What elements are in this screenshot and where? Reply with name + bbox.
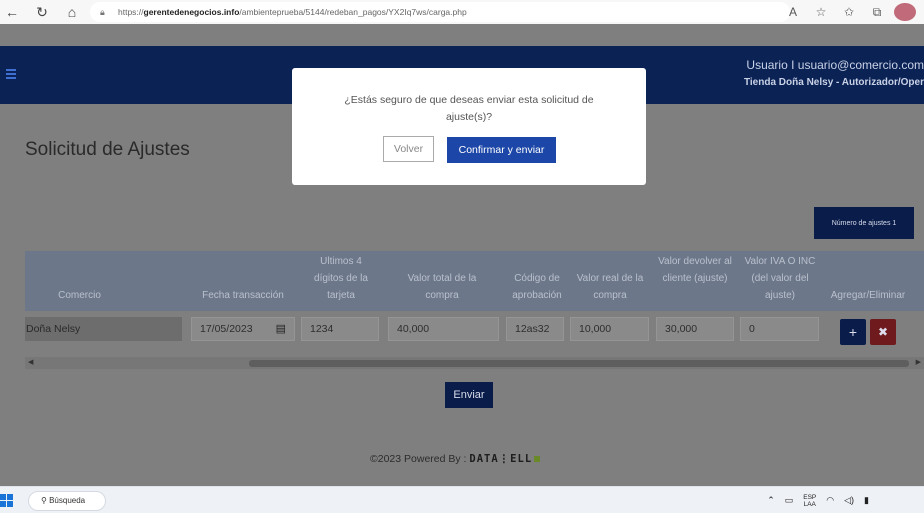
favorite-add-icon[interactable]: ☆ <box>810 5 832 19</box>
th-fecha: Fecha transacción <box>202 290 284 301</box>
valor-iva-field[interactable]: 0 <box>740 317 819 341</box>
th-agregar-eliminar: Agregar/Eliminar <box>830 290 906 301</box>
windows-start-icon[interactable] <box>0 494 14 508</box>
taskbar-search[interactable]: ⚲ Búsqueda <box>28 491 106 511</box>
comercio-field: Doña Nelsy <box>25 317 182 341</box>
scroll-left-icon[interactable]: ◀ <box>28 357 33 369</box>
back-button[interactable]: Volver <box>383 136 434 162</box>
lang-bottom: LAA <box>803 500 816 508</box>
adjustments-table: Comercio Fecha transacción Ultimos 4 díg… <box>25 251 924 347</box>
th-valor-real: Valor real de la compra <box>576 273 644 301</box>
th-valor-devolver: Valor devolver al cliente (ajuste) <box>658 256 732 284</box>
store-info: Tienda Doña Nelsy - Autorizador/Oper <box>743 77 924 88</box>
brand-logo: DATA⋮ELL <box>469 453 533 465</box>
table-header: Comercio Fecha transacción Ultimos 4 díg… <box>25 251 924 311</box>
battery-icon[interactable]: ▮ <box>864 495 869 506</box>
valor-total-field[interactable]: 40,000 <box>388 317 499 341</box>
read-aloud-icon[interactable]: A <box>782 5 804 19</box>
valor-devolver-field[interactable]: 30,000 <box>656 317 734 341</box>
lock-icon: 🔒︎ <box>100 6 105 17</box>
footer: ©2023 Powered By : DATA⋮ELL <box>370 453 541 465</box>
search-label: Búsqueda <box>49 496 86 505</box>
calendar-icon[interactable]: ▤ <box>276 318 286 340</box>
browser-toolbar: ← ↻ ⌂ 🔒︎ https:// gerentedenegocios.info… <box>0 0 924 24</box>
volume-icon[interactable]: ◁) <box>844 495 854 506</box>
confirm-send-button[interactable]: Confirmar y enviar <box>447 137 556 163</box>
confirm-message: ¿Estás seguro de que deseas enviar esta … <box>344 94 594 123</box>
fecha-value: 17/05/2023 <box>200 323 253 335</box>
profile-avatar[interactable] <box>894 3 916 21</box>
th-digitos: Ultimos 4 dígitos de la tarjeta <box>314 256 368 301</box>
brand-square-icon <box>534 456 541 462</box>
delete-row-button[interactable]: ✖ <box>870 319 896 345</box>
th-valor-iva: Valor IVA O INC (del valor del ajuste) <box>744 256 816 301</box>
page-title: Solicitud de Ajustes <box>25 139 190 160</box>
url-prefix: https:// <box>118 7 144 17</box>
home-icon[interactable]: ⌂ <box>60 0 84 24</box>
page-body: Usuario I usuario@comercio.com Tienda Do… <box>0 24 924 486</box>
adjust-count-button[interactable]: Número de ajustes 1 <box>814 207 914 239</box>
collections-icon[interactable]: ⧉ <box>866 5 888 20</box>
wifi-icon[interactable]: ◠ <box>826 495 834 506</box>
lang-top: ESP <box>803 493 817 501</box>
table-row: Doña Nelsy 17/05/2023 ▤ 1234 40,000 12as… <box>25 311 924 347</box>
language-indicator[interactable]: ESP LAA <box>803 494 816 508</box>
th-comercio: Comercio <box>58 290 101 301</box>
url-path: /ambienteprueba/5144/redeban_pagos/YX2Iq… <box>239 7 467 17</box>
codigo-field[interactable]: 12as32 <box>506 317 564 341</box>
windows-taskbar: ⚲ Búsqueda ⌃ ▭ ESP LAA ◠ ◁) ▮ <box>0 486 924 513</box>
scrollbar-thumb[interactable] <box>249 360 909 367</box>
send-button[interactable]: Enviar <box>445 382 493 408</box>
fecha-field[interactable]: 17/05/2023 ▤ <box>191 317 295 341</box>
th-codigo: Código de aprobación <box>512 273 562 301</box>
valor-real-field[interactable]: 10,000 <box>570 317 649 341</box>
chevron-up-icon[interactable]: ⌃ <box>767 495 775 506</box>
address-bar[interactable]: 🔒︎ https:// gerentedenegocios.info /ambi… <box>90 2 790 22</box>
scroll-right-icon[interactable]: ▶ <box>916 357 921 369</box>
th-valor-total: Valor total de la compra <box>407 273 477 301</box>
user-info: Usuario I usuario@comercio.com <box>746 58 924 72</box>
keyboard-icon[interactable]: ▭ <box>785 495 794 506</box>
favorites-icon[interactable]: ✩ <box>838 5 860 19</box>
reload-icon[interactable]: ↻ <box>30 0 54 24</box>
add-row-button[interactable]: + <box>840 319 866 345</box>
horizontal-scrollbar[interactable]: ◀ ▶ <box>25 357 924 369</box>
search-icon: ⚲ <box>41 496 47 505</box>
system-tray: ⌃ ▭ ESP LAA ◠ ◁) ▮ <box>767 487 869 513</box>
digitos-field[interactable]: 1234 <box>301 317 379 341</box>
back-icon[interactable]: ← <box>0 0 24 24</box>
menu-icon[interactable] <box>6 69 16 81</box>
footer-text: ©2023 Powered By : <box>370 453 467 465</box>
url-host: gerentedenegocios.info <box>143 7 240 17</box>
confirm-dialog: ¿Estás seguro de que deseas enviar esta … <box>292 68 646 185</box>
